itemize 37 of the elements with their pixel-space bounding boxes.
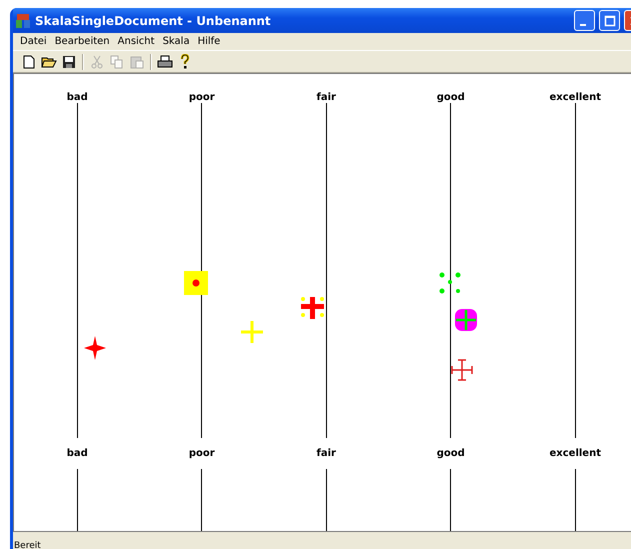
app-icon: [15, 12, 31, 28]
clipboard-icon: [130, 54, 144, 68]
scale-label: good: [436, 448, 465, 459]
status-text: Bereit: [14, 541, 41, 549]
plus-marker: [241, 321, 263, 343]
minimize-icon: [580, 24, 586, 26]
copy-icon: [110, 54, 124, 68]
scale-label: excellent: [550, 92, 601, 103]
scale-label: good: [436, 92, 465, 103]
scale-label: bad: [66, 92, 88, 103]
folder-icon: [41, 55, 57, 68]
rounded-marker: [455, 309, 477, 331]
scale-label: fair: [316, 448, 336, 459]
menu-item[interactable]: Datei: [16, 36, 51, 47]
scale-label: poor: [188, 92, 215, 103]
menu-item[interactable]: Skala: [158, 36, 194, 47]
maximize-icon: [604, 14, 616, 26]
star-marker: [84, 336, 106, 360]
cross-marker: [450, 359, 474, 381]
minimize-button[interactable]: [574, 10, 595, 31]
cross-marker: [301, 297, 324, 319]
window-title: SkalaSingleDocument - Unbenannt: [35, 14, 272, 28]
scale-label: excellent: [550, 448, 601, 459]
scissors-icon: [91, 54, 103, 68]
toolbar-button[interactable]: [156, 52, 174, 70]
help-icon: [179, 54, 191, 69]
scale-label: fair: [316, 92, 336, 103]
new-document-icon: [23, 54, 35, 68]
maximize-button[interactable]: [599, 10, 620, 31]
scale-label: poor: [188, 448, 215, 459]
square-marker: [184, 271, 208, 295]
menu-item[interactable]: Bearbeiten: [50, 36, 114, 47]
printer-icon: [157, 54, 173, 68]
dots-marker: [439, 272, 461, 294]
menu-item[interactable]: Hilfe: [194, 36, 224, 47]
scale-label: bad: [66, 448, 88, 459]
menu-item[interactable]: Ansicht: [114, 36, 159, 47]
